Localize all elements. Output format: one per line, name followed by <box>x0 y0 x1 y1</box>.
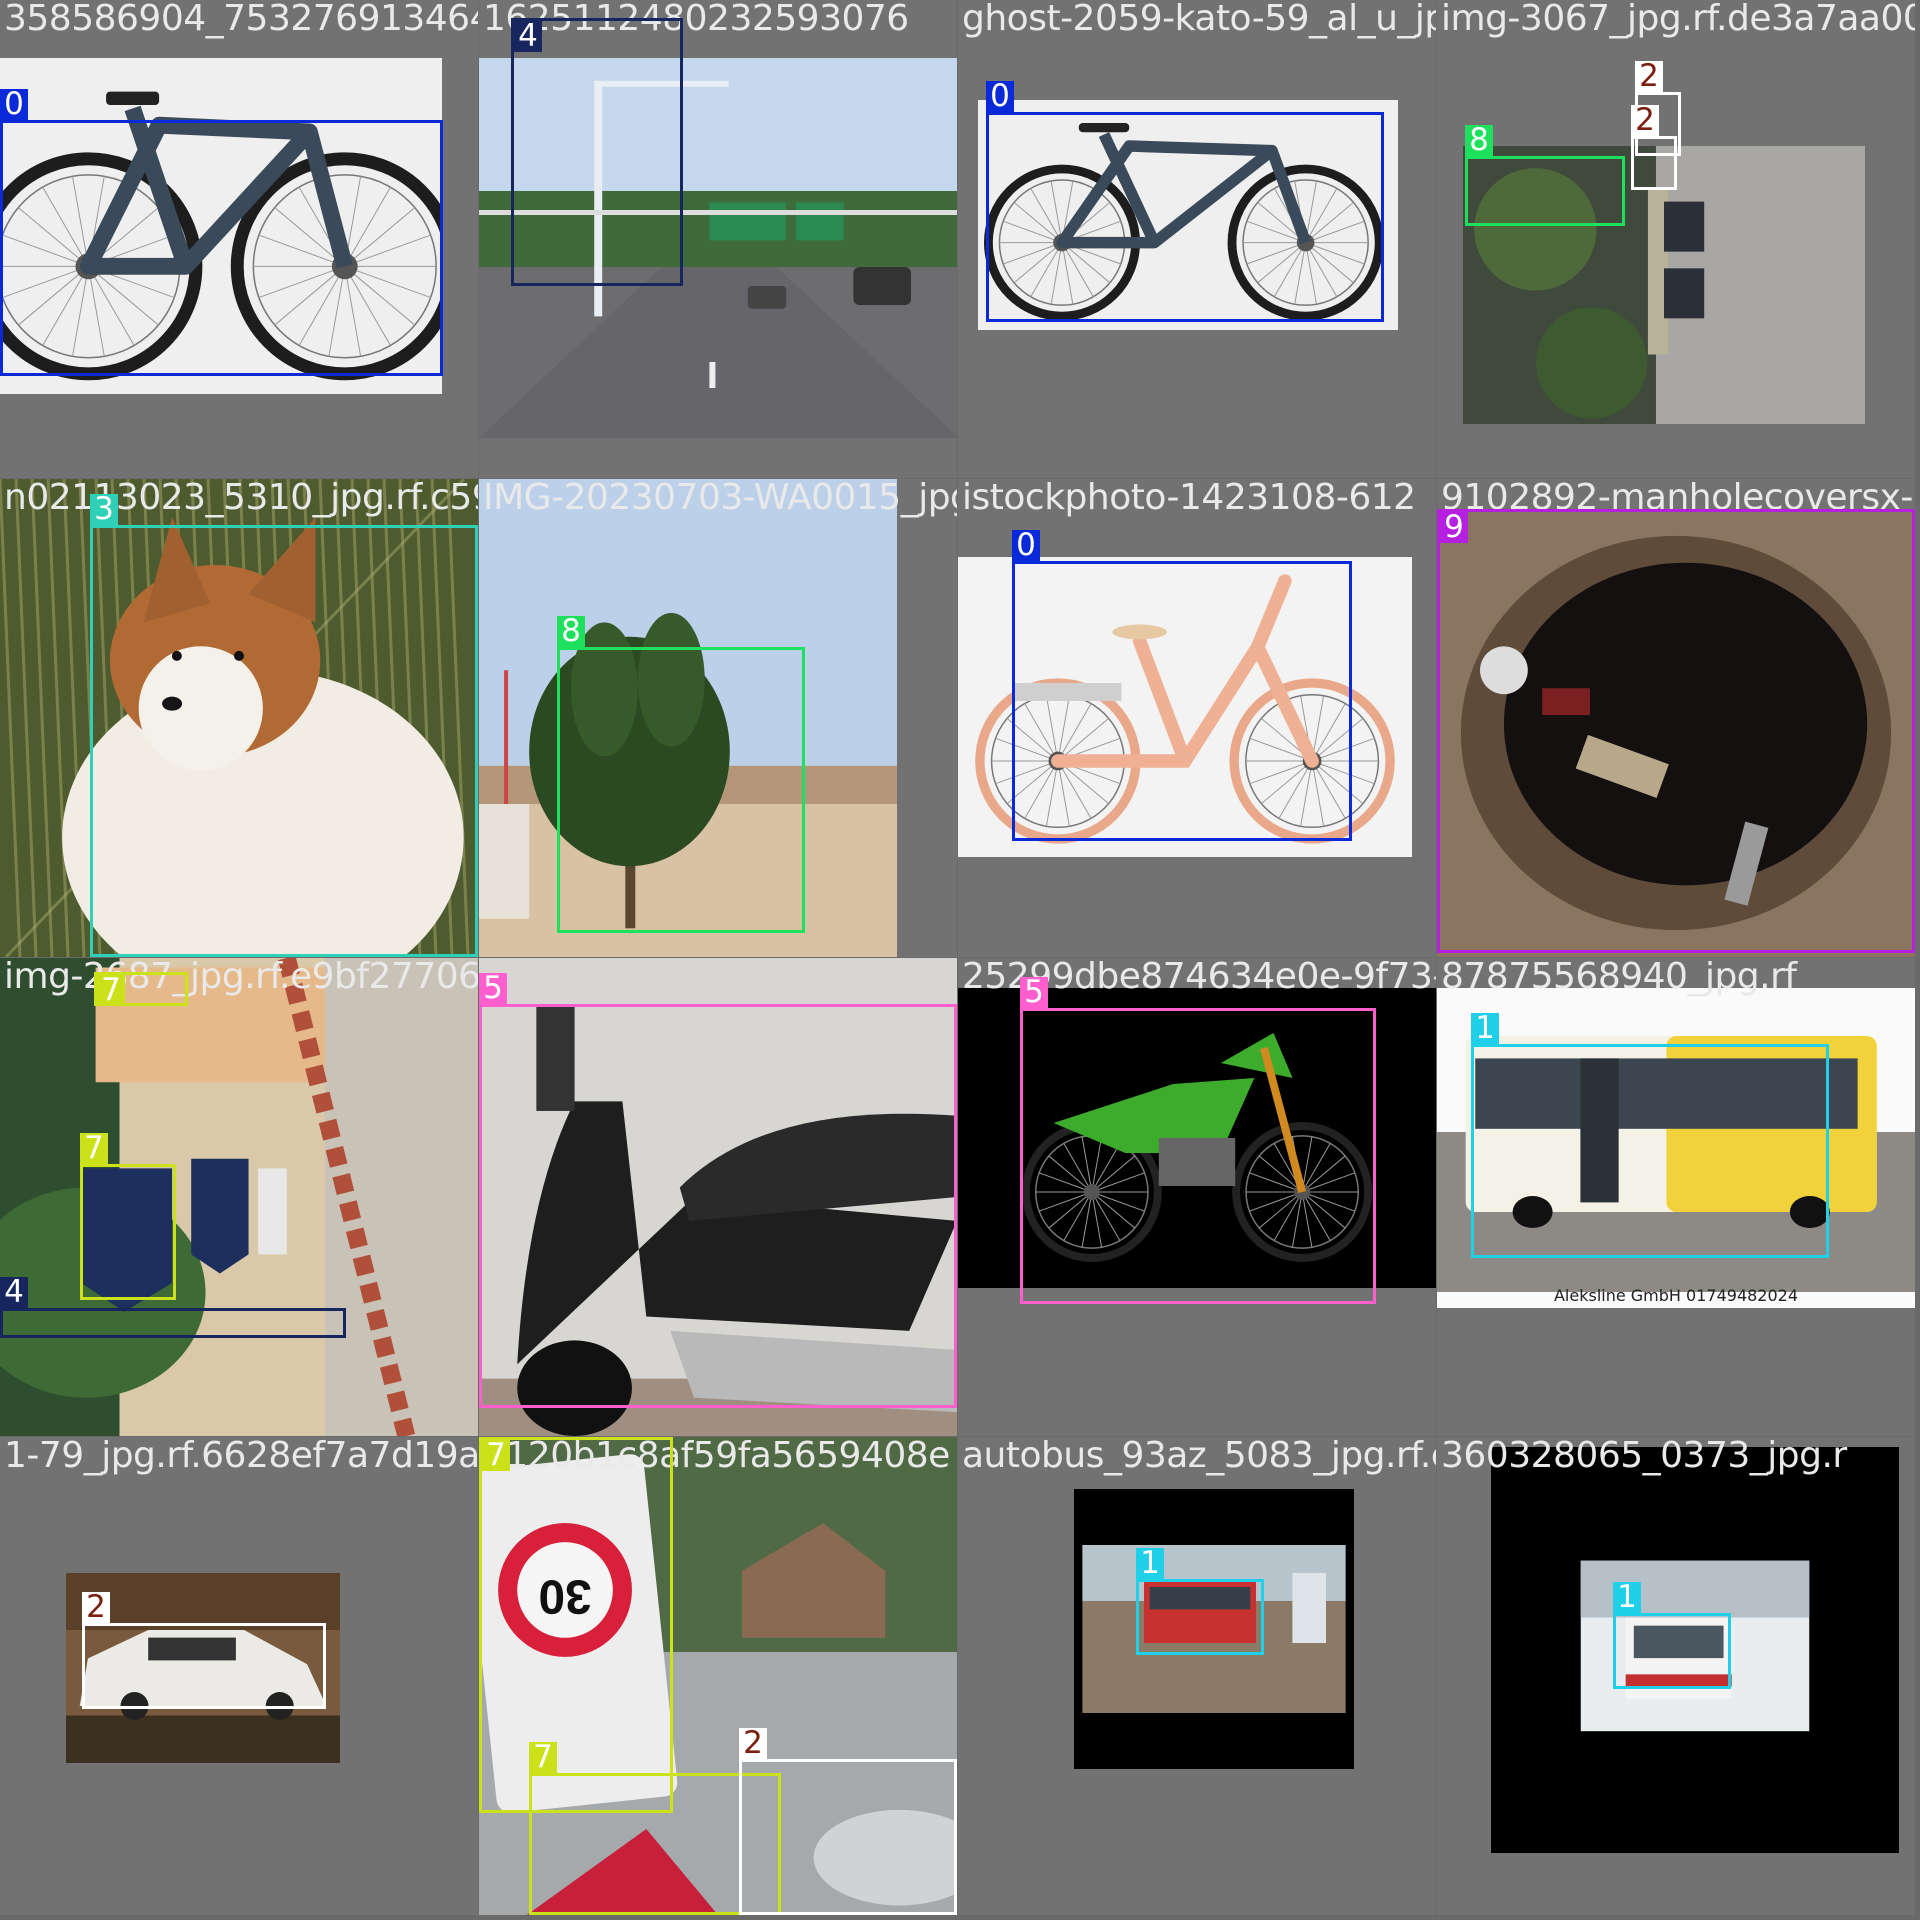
bounding-box-class-label: 7 <box>529 1742 557 1773</box>
mosaic-grid: 358586904_753276913464046_61164027249307… <box>0 0 1920 1920</box>
bounding-box-class-0: 0 <box>1012 530 1352 841</box>
bounding-box-class-label: 8 <box>1465 125 1493 156</box>
tile-filename-caption: ghost-2059-kato-59_al_u_jpg <box>962 0 1436 39</box>
mosaic-tile: img-3067_jpg.rf.de3a7aa009 2 2 8 <box>1437 0 1915 478</box>
mosaic-tile: 9102892-manholecoversx-14 9 <box>1437 479 1915 957</box>
photo-watermark-caption: Aleksline GmbH 01749482024 <box>1553 1286 1799 1305</box>
bounding-box-class-2: 2 <box>1631 105 1677 190</box>
bounding-box-class-label: 4 <box>0 1277 28 1308</box>
mosaic-tile: img-2687_jpg.rf.e9bf277065 7 7 4 <box>0 958 478 1436</box>
tile-filename-caption: img-2687_jpg.rf.e9bf277065 <box>4 958 478 997</box>
mosaic-tile: Aleksline GmbH 01749482024 87875568940_jp… <box>1437 958 1915 1436</box>
mosaic-tile: 5 <box>479 958 957 1436</box>
bounding-box-class-label: 3 <box>90 494 118 525</box>
bounding-box-class-label: 9 <box>1440 512 1468 543</box>
bounding-box-class-8: 8 <box>1465 125 1625 226</box>
bounding-box-class-label: 7 <box>80 1133 108 1164</box>
bounding-box-class-label: 7 <box>97 975 125 1006</box>
bounding-box-class-0: 0 <box>986 81 1384 322</box>
bounding-box-class-4: 4 <box>0 1277 346 1338</box>
bounding-box-class-label: 5 <box>1020 977 1048 1008</box>
bounding-box-class-label: 2 <box>1631 105 1659 136</box>
bounding-box-class-1: 1 <box>1471 1013 1829 1258</box>
mosaic-tile: 25299dbe874634e0e-9f73-68009465 <box>958 958 1436 1436</box>
bounding-box-class-label: 0 <box>986 81 1014 112</box>
mosaic-tile: 358586904_753276913464046_61164027249307… <box>0 0 478 478</box>
bounding-box-class-0: 0 <box>0 89 443 376</box>
bounding-box-class-2: 2 <box>82 1592 326 1709</box>
tile-filename-caption: IMG-20230703-WA0015_jpg <box>483 479 957 518</box>
bounding-box-class-9: 9 <box>1437 509 1915 953</box>
mosaic-tile: istockphoto-1423108-612 0 <box>958 479 1436 957</box>
tile-filename-caption: img-3067_jpg.rf.de3a7aa009 <box>1441 0 1915 39</box>
bounding-box-class-label: 8 <box>557 616 585 647</box>
tile-filename-caption: 87875568940_jpg.rf <box>1441 958 1797 997</box>
bounding-box-class-label: 0 <box>1012 530 1040 561</box>
mosaic-tile: 360328065_0373_jpg.r 1 <box>1437 1437 1915 1915</box>
mosaic-tile: IMG-20230703-WA0015_jpg 8 <box>479 479 957 957</box>
mosaic-tile: 30 3120b1c8af59fa5659408e 7 7 2 <box>479 1437 957 1915</box>
mosaic-tile: n02113023_5310_jpg.rf.c59 3 <box>0 479 478 957</box>
bounding-box-class-7: 7 <box>94 972 188 1006</box>
bounding-box-class-5: 5 <box>1020 977 1376 1304</box>
mosaic-tile: 1625112480232593076 4 <box>479 0 957 478</box>
mosaic-tile: autobus_93az_5083_jpg.rf.ec 1 <box>958 1437 1436 1915</box>
bounding-box-class-label: 4 <box>514 21 542 52</box>
bounding-box-class-1: 1 <box>1136 1548 1264 1655</box>
tile-filename-caption: 360328065_0373_jpg.r <box>1441 1437 1847 1476</box>
tile-filename-caption: istockphoto-1423108-612 <box>962 479 1416 518</box>
bounding-box-class-7: 7 <box>479 1437 673 1813</box>
bounding-box-class-label: 1 <box>1471 1013 1499 1044</box>
bounding-box-class-3: 3 <box>90 494 478 957</box>
bounding-box-class-8: 8 <box>557 616 805 933</box>
bounding-box-class-2: 2 <box>739 1728 957 1915</box>
mosaic-tile: ghost-2059-kato-59_al_u_jpg 0 <box>958 0 1436 478</box>
signs-photo <box>0 958 478 1436</box>
bounding-box-class-label: 2 <box>1635 61 1663 92</box>
bounding-box-class-4: 4 <box>511 18 683 286</box>
bounding-box-class-5: 5 <box>479 973 957 1408</box>
bounding-box-class-label: 2 <box>739 1728 767 1759</box>
bounding-box-class-7: 7 <box>80 1133 176 1300</box>
tile-filename-caption: autobus_93az_5083_jpg.rf.ec <box>962 1437 1436 1476</box>
tile-filename-caption: n02113023_5310_jpg.rf.c59 <box>4 479 478 518</box>
bounding-box-class-1: 1 <box>1613 1582 1731 1689</box>
tile-filename-caption: 1-79_jpg.rf.6628ef7a7d19a54b5e <box>4 1437 478 1476</box>
bounding-box-class-label: 0 <box>0 89 28 120</box>
bounding-box-class-label: 7 <box>482 1440 510 1471</box>
bounding-box-class-label: 5 <box>479 973 507 1004</box>
mosaic-tile: 1-79_jpg.rf.6628ef7a7d19a54b5e 2 <box>0 1437 478 1915</box>
tile-filename-caption: 358586904_753276913464046_61164027249307… <box>4 0 478 39</box>
bounding-box-class-label: 1 <box>1613 1582 1641 1613</box>
bounding-box-class-label: 2 <box>82 1592 110 1623</box>
bounding-box-class-label: 1 <box>1136 1548 1164 1579</box>
